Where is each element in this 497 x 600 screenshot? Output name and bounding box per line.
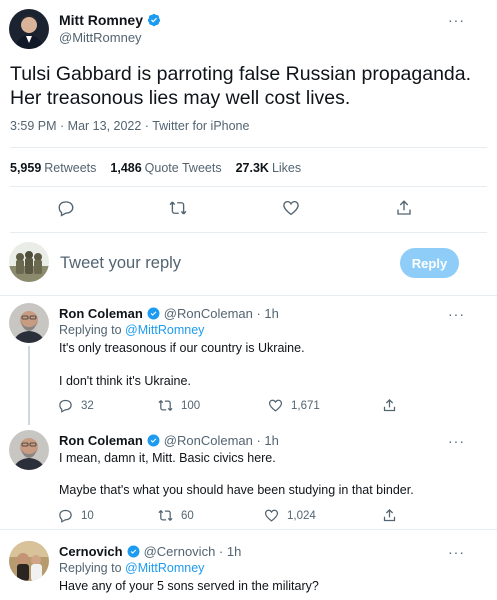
reply-header: Cernovich @Cernovich · 1h bbox=[59, 544, 241, 559]
avatar[interactable] bbox=[9, 303, 49, 343]
verified-badge-icon bbox=[147, 434, 160, 447]
tweet-text: Tulsi Gabbard is parroting false Russian… bbox=[10, 62, 480, 110]
share-button[interactable] bbox=[382, 508, 397, 523]
replying-to-link[interactable]: @MittRomney bbox=[125, 561, 204, 575]
reply-author-handle[interactable]: @Cernovich · 1h bbox=[144, 544, 242, 559]
reply-header: Ron Coleman @RonColeman · 1h bbox=[59, 306, 279, 321]
reply-text-line: Maybe that's what you should have been s… bbox=[59, 483, 414, 497]
share-icon bbox=[397, 200, 411, 215]
reply-icon bbox=[59, 399, 72, 413]
share-button[interactable] bbox=[390, 194, 418, 222]
reply-text-line: I mean, damn it, Mitt. Basic civics here… bbox=[59, 451, 276, 465]
like-count: 1,671 bbox=[291, 399, 320, 412]
retweet-button[interactable] bbox=[164, 194, 192, 222]
quote-tweets-count: 1,486 bbox=[110, 161, 142, 175]
divider bbox=[10, 186, 487, 187]
avatar[interactable] bbox=[9, 430, 49, 470]
replying-to-prefix: Replying to bbox=[59, 323, 122, 337]
reply-submit-button[interactable]: Reply bbox=[400, 248, 459, 278]
more-options-icon[interactable]: ··· bbox=[448, 544, 465, 560]
reply-author-handle[interactable]: @RonColeman · 1h bbox=[164, 433, 279, 448]
tweet-text-line: Tulsi Gabbard is parroting false Russian… bbox=[10, 63, 472, 85]
reply-author-name[interactable]: Cernovich bbox=[59, 544, 123, 559]
likes-count: 27.3K bbox=[235, 161, 269, 175]
avatar[interactable] bbox=[9, 541, 49, 581]
author-handle[interactable]: @MittRomney bbox=[59, 30, 142, 45]
retweets-label: Retweets bbox=[44, 161, 97, 175]
share-button[interactable] bbox=[382, 398, 397, 413]
replying-to-prefix: Replying to bbox=[59, 561, 122, 575]
likes-stat[interactable]: 27.3K Likes bbox=[236, 161, 302, 175]
share-icon bbox=[383, 398, 396, 412]
author-name-text[interactable]: Mitt Romney bbox=[59, 12, 143, 28]
quote-tweets-stat[interactable]: 1,486 Quote Tweets bbox=[110, 161, 221, 175]
replying-to: Replying to @MittRomney bbox=[59, 323, 204, 337]
divider bbox=[0, 529, 497, 530]
retweet-icon bbox=[158, 400, 173, 411]
more-options-icon[interactable]: ··· bbox=[448, 433, 465, 449]
reply-text-line: I don't think it's Ukraine. bbox=[59, 374, 191, 388]
reply-button[interactable]: 32 bbox=[58, 398, 94, 413]
retweet-icon bbox=[158, 510, 173, 521]
reply-actions: 32 100 1,671 bbox=[0, 398, 497, 416]
reply-tweet[interactable]: Ron Coleman @RonColeman · 1h ··· I mean,… bbox=[0, 425, 497, 533]
reply-tweet[interactable]: Cernovich @Cernovich · 1h ··· Replying t… bbox=[0, 533, 497, 600]
divider bbox=[10, 232, 487, 233]
tweet-actions bbox=[0, 194, 497, 224]
reply-icon bbox=[59, 509, 72, 523]
reply-button[interactable]: 10 bbox=[58, 508, 94, 523]
reply-count: 10 bbox=[81, 509, 94, 522]
reply-input[interactable]: Tweet your reply bbox=[60, 254, 181, 273]
retweet-count: 100 bbox=[181, 399, 201, 412]
more-options-icon[interactable]: ··· bbox=[448, 306, 465, 322]
tweet-stats: 5,959 Retweets 1,486 Quote Tweets 27.3K Lik… bbox=[10, 161, 301, 175]
verified-badge-icon bbox=[147, 13, 161, 27]
reply-header: Ron Coleman @RonColeman · 1h bbox=[59, 433, 279, 448]
divider bbox=[0, 295, 497, 296]
reply-count: 32 bbox=[81, 399, 94, 412]
retweets-stat[interactable]: 5,959 Retweets bbox=[10, 161, 96, 175]
author-name[interactable]: Mitt Romney bbox=[59, 12, 161, 28]
verified-badge-icon bbox=[127, 545, 140, 558]
reply-text-line: Have any of your 5 sons served in the mi… bbox=[59, 579, 319, 593]
replying-to: Replying to @MittRomney bbox=[59, 561, 204, 575]
like-button[interactable]: 1,671 bbox=[268, 398, 320, 413]
tweet-timestamp[interactable]: 3:59 PM · Mar 13, 2022 · Twitter for iPh… bbox=[10, 119, 249, 133]
reply-icon bbox=[58, 201, 74, 217]
like-button[interactable] bbox=[277, 194, 305, 222]
like-button[interactable]: 1,024 bbox=[264, 508, 316, 523]
retweets-count: 5,959 bbox=[10, 161, 42, 175]
verified-badge-icon bbox=[147, 307, 160, 320]
reply-author-handle[interactable]: @RonColeman · 1h bbox=[164, 306, 279, 321]
like-icon bbox=[268, 399, 283, 412]
reply-text-line: It's only treasonous if our country is U… bbox=[59, 341, 305, 355]
retweet-button[interactable]: 100 bbox=[158, 398, 200, 413]
tweet-text-line: Her treasonous lies may well cost lives. bbox=[10, 87, 351, 109]
replying-to-link[interactable]: @MittRomney bbox=[125, 323, 204, 337]
reply-author-name[interactable]: Ron Coleman bbox=[59, 433, 143, 448]
likes-label: Likes bbox=[271, 161, 302, 175]
quote-tweets-label: Quote Tweets bbox=[144, 161, 222, 175]
more-options-icon[interactable]: ··· bbox=[448, 12, 465, 28]
reply-tweet[interactable]: Ron Coleman @RonColeman · 1h ··· Replyin… bbox=[0, 298, 497, 425]
like-icon bbox=[283, 200, 299, 216]
reply-author-name[interactable]: Ron Coleman bbox=[59, 306, 143, 321]
like-count: 1,024 bbox=[287, 509, 316, 522]
share-icon bbox=[383, 508, 396, 522]
divider bbox=[10, 147, 487, 148]
like-icon bbox=[264, 509, 279, 522]
reply-button[interactable] bbox=[52, 194, 80, 222]
reply-composer: Tweet your reply Reply bbox=[0, 238, 497, 296]
retweet-icon bbox=[169, 201, 187, 215]
avatar[interactable] bbox=[9, 242, 49, 282]
retweet-button[interactable]: 60 bbox=[158, 508, 194, 523]
avatar[interactable] bbox=[9, 9, 49, 49]
reply-actions: 10 60 1,024 bbox=[0, 508, 497, 526]
retweet-count: 60 bbox=[181, 509, 194, 522]
